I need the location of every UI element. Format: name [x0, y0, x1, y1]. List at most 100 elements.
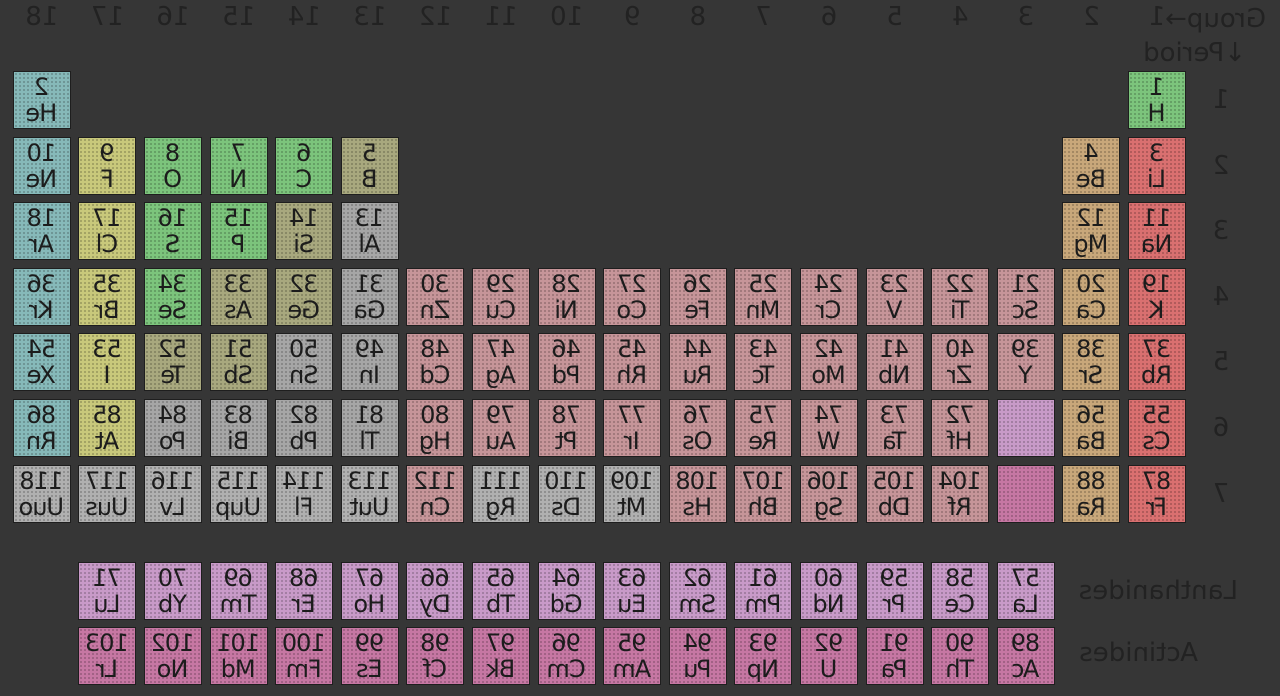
atomic-number: 85 — [93, 401, 122, 429]
element-symbol: Cs — [1143, 427, 1171, 455]
element-symbol: Br — [95, 295, 120, 324]
element-symbol: S — [165, 230, 181, 259]
element-symbol: Md — [221, 655, 256, 683]
atomic-number: 108 — [676, 466, 720, 495]
element-cell-bk: 97 Bk — [472, 627, 530, 685]
element-cell-sm: 62 Sm — [668, 562, 727, 620]
element-cell-p: 15 P — [209, 202, 268, 261]
element-cell-uut: 113 Uut — [340, 464, 399, 523]
element-symbol: Co — [617, 295, 647, 324]
atomic-number: 57 — [1011, 564, 1041, 592]
element-cell-sg: 106 Sg — [800, 464, 858, 523]
element-symbol: B — [362, 164, 378, 193]
element-cell-o: 8O — [144, 136, 202, 195]
atomic-number: 47 — [486, 335, 516, 364]
atomic-number: 4 — [1084, 138, 1099, 167]
atomic-number: 62 — [683, 564, 713, 592]
element-cell-np: 93 Np — [734, 627, 793, 685]
element-symbol: Cf — [423, 655, 448, 683]
atomic-number: 95 — [617, 629, 647, 657]
element-cell-lr: 103 Lr — [78, 627, 137, 685]
atomic-number: 110 — [545, 466, 589, 495]
element-symbol: Hg — [419, 427, 452, 455]
atomic-number: 103 — [86, 629, 129, 657]
group-label: 1 — [1148, 2, 1166, 32]
group-label: 13 — [353, 2, 387, 32]
atomic-number: 93 — [749, 629, 778, 657]
element-cell-zn: 30 Zn — [406, 267, 465, 326]
f-block-placeholder-cell — [996, 464, 1055, 523]
element-symbol: Cd — [420, 361, 451, 390]
element-cell-la: 57 La — [996, 562, 1055, 620]
element-symbol: Mg — [1074, 230, 1109, 259]
group-label: 12 — [418, 2, 452, 32]
element-cell-fl: 114 Fl — [275, 464, 334, 523]
element-cell-s: 16 S — [144, 202, 202, 261]
element-cell-ar: 18 Ar — [12, 202, 71, 261]
atomic-number: 21 — [1011, 269, 1041, 298]
element-symbol: Rn — [26, 427, 57, 455]
element-symbol: Pr — [883, 590, 906, 618]
element-cell-ag: 47 Ag — [472, 333, 530, 392]
element-cell-li: 3 Li — [1128, 136, 1186, 195]
element-symbol: Pu — [684, 655, 712, 683]
element-symbol: Mt — [618, 492, 647, 521]
element-symbol: Fl — [294, 492, 314, 521]
atomic-number: 94 — [683, 629, 713, 657]
atomic-number: 45 — [617, 335, 647, 364]
atomic-number: 66 — [421, 564, 450, 592]
atomic-number: 51 — [224, 335, 253, 364]
atomic-number: 30 — [421, 269, 450, 298]
group-label: 5 — [886, 2, 903, 32]
element-symbol: Ba — [1076, 427, 1106, 455]
element-cell-in: 49 In — [340, 333, 399, 392]
element-cell-ti: 22 Ti — [931, 267, 990, 326]
atomic-number: 98 — [421, 629, 450, 657]
element-cell-mn: 25 Mn — [734, 267, 793, 326]
element-symbol: Cm — [547, 655, 586, 683]
element-cell-at: 85 At — [78, 399, 137, 457]
element-cell-am: 95 Am — [603, 627, 662, 685]
atomic-number: 1 — [1149, 73, 1165, 101]
atomic-number: 99 — [355, 629, 385, 657]
atomic-number: 63 — [617, 564, 647, 592]
element-cell-tb: 65 Tb — [472, 562, 530, 620]
lanthanides-label: Lanthanides — [1078, 576, 1238, 606]
atomic-number: 72 — [945, 401, 975, 429]
element-symbol: Lu — [94, 590, 121, 618]
element-symbol: Xe — [27, 361, 56, 390]
group-label: 10 — [550, 2, 584, 32]
element-symbol: Mn — [746, 295, 781, 324]
element-cell-dy: 66 Dy — [406, 562, 465, 620]
atomic-number: 113 — [348, 466, 392, 495]
element-cell-sb: 51 Sb — [209, 333, 268, 392]
element-cell-bi: 83 Bi — [209, 399, 268, 457]
element-cell-lu: 71 Lu — [78, 562, 137, 620]
period-label: 4 — [1212, 281, 1230, 312]
atomic-number: 88 — [1077, 466, 1106, 495]
element-cell-sc: 21 Sc — [996, 267, 1055, 326]
atomic-number: 54 — [27, 335, 57, 364]
atomic-number: 86 — [27, 401, 57, 429]
atomic-number: 20 — [1077, 269, 1106, 298]
element-cell-cs: 55 Cs — [1128, 399, 1186, 457]
element-cell-v: 23 V — [865, 267, 924, 326]
element-symbol: Te — [161, 361, 185, 390]
element-cell-hf: 72 Hf — [931, 399, 990, 457]
element-symbol: Pm — [745, 590, 782, 618]
atomic-number: 102 — [151, 629, 195, 657]
element-cell-co: 27 Co — [603, 267, 662, 326]
atomic-number: 55 — [1142, 401, 1172, 429]
atomic-number: 114 — [282, 466, 326, 495]
element-cell-pu: 94 Pu — [668, 627, 727, 685]
element-cell-md: 101 Md — [209, 627, 268, 685]
group-label: 8 — [689, 2, 707, 32]
atomic-number: 92 — [814, 629, 844, 657]
element-cell-rn: 86 Rn — [12, 399, 71, 457]
atomic-number: 11 — [1142, 204, 1172, 233]
element-cell-zr: 40 Zr — [931, 333, 990, 392]
element-cell-te: 52 Te — [144, 333, 202, 392]
atomic-number: 6 — [297, 138, 312, 167]
atomic-number: 56 — [1077, 401, 1106, 429]
element-cell-hs: 108 Hs — [668, 464, 727, 523]
